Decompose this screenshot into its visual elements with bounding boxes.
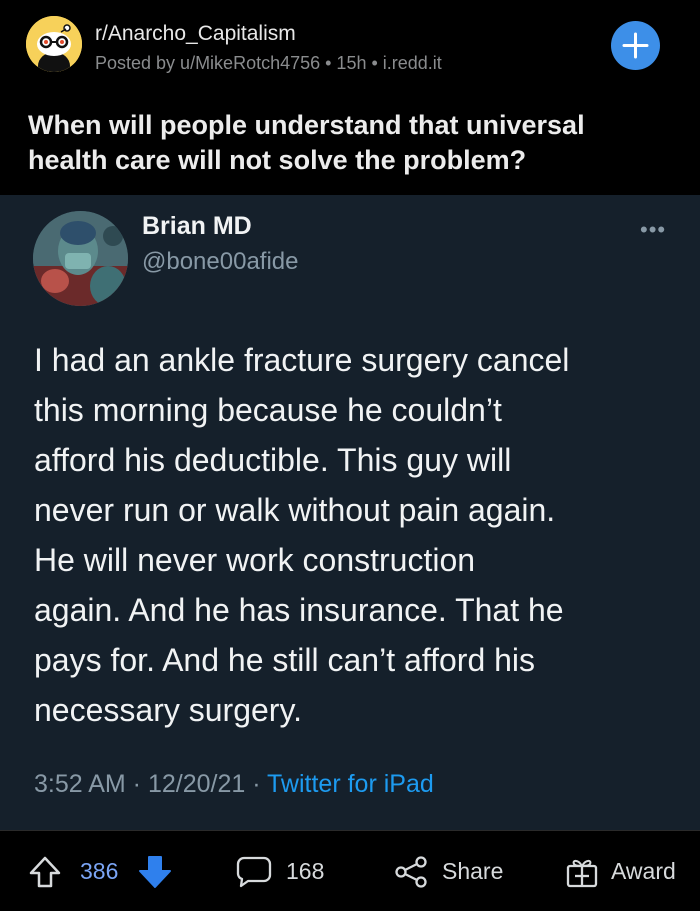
tweet-meta: 3:52 AM · 12/20/21 · Twitter for iPad (34, 770, 434, 799)
tweet-line: necessary surgery. (34, 692, 302, 728)
award-label: Award (611, 858, 676, 884)
comments-button[interactable]: 168 (236, 831, 324, 911)
award-button[interactable]: Award (565, 831, 676, 911)
tweet-source: Twitter for iPad (267, 770, 434, 798)
tweet-line: never run or walk without pain again. (34, 492, 556, 528)
tweet-text: I had an ankle fracture surgery cancel t… (34, 335, 684, 735)
comments-count: 168 (286, 858, 325, 884)
tweet-line: pays for. And he still can’t afford his (34, 642, 536, 678)
tweet-timestamp: 3:52 AM · 12/20/21 · (34, 770, 268, 798)
subreddit-name[interactable]: r/Anarcho_Capitalism (95, 22, 296, 46)
vote-score: 386 (80, 858, 119, 884)
subreddit-avatar[interactable] (26, 16, 82, 72)
tweet-line: afford his deductible. This guy will (34, 442, 512, 478)
post-header: r/Anarcho_Capitalism Posted by u/MikeRot… (0, 0, 700, 195)
subreddit-icon (26, 16, 82, 72)
post-meta: Posted by u/MikeRotch4756 • 15h • i.redd… (95, 53, 442, 73)
downvote-button[interactable] (137, 831, 173, 911)
tweet-line: again. And he has insurance. That he (34, 592, 564, 628)
share-button[interactable]: Share (394, 831, 503, 911)
action-bar: 386 168 Share Award (0, 830, 700, 911)
join-button[interactable] (611, 21, 660, 70)
tweet-author-name: Brian MD (142, 212, 252, 240)
tweet-avatar (33, 211, 128, 306)
post-title[interactable]: When will people understand that univers… (28, 108, 668, 178)
comment-bubble-icon (236, 856, 272, 887)
downvote-arrow-icon (139, 855, 171, 888)
tweet-image[interactable]: Brian MD @bone00afide ••• I had an ankle… (0, 195, 700, 830)
upvote-button[interactable] (28, 831, 62, 911)
tweet-author-handle: @bone00afide (142, 248, 299, 275)
share-label: Share (442, 858, 504, 884)
share-icon (395, 855, 427, 888)
more-dots-icon: ••• (640, 217, 667, 242)
tweet-line: this morning because he couldn’t (34, 392, 502, 428)
award-gift-icon (566, 859, 598, 887)
upvote-arrow-icon (29, 856, 61, 887)
tweet-line: He will never work construction (34, 542, 476, 578)
join-plus-icon (622, 32, 649, 59)
tweet-line: I had an ankle fracture surgery cancel (34, 342, 570, 378)
doctor-photo-icon (33, 211, 128, 306)
